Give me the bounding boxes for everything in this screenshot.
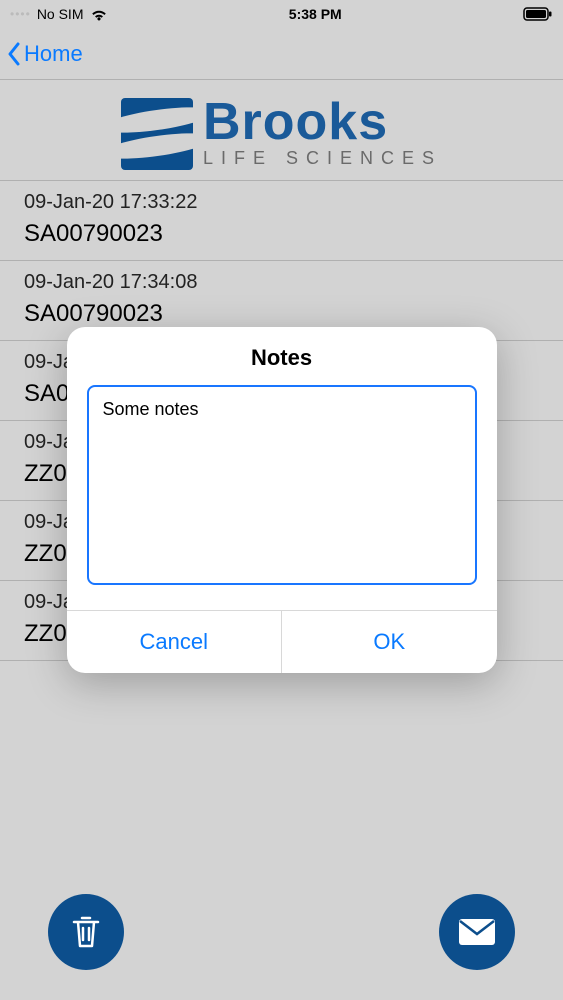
ok-button[interactable]: OK (281, 611, 497, 673)
cancel-button[interactable]: Cancel (67, 611, 282, 673)
dialog-footer: Cancel OK (67, 610, 497, 673)
modal-backdrop: Notes Cancel OK (0, 0, 563, 1000)
dialog-title: Notes (67, 327, 497, 385)
notes-dialog: Notes Cancel OK (67, 327, 497, 673)
notes-textarea[interactable] (87, 385, 477, 585)
